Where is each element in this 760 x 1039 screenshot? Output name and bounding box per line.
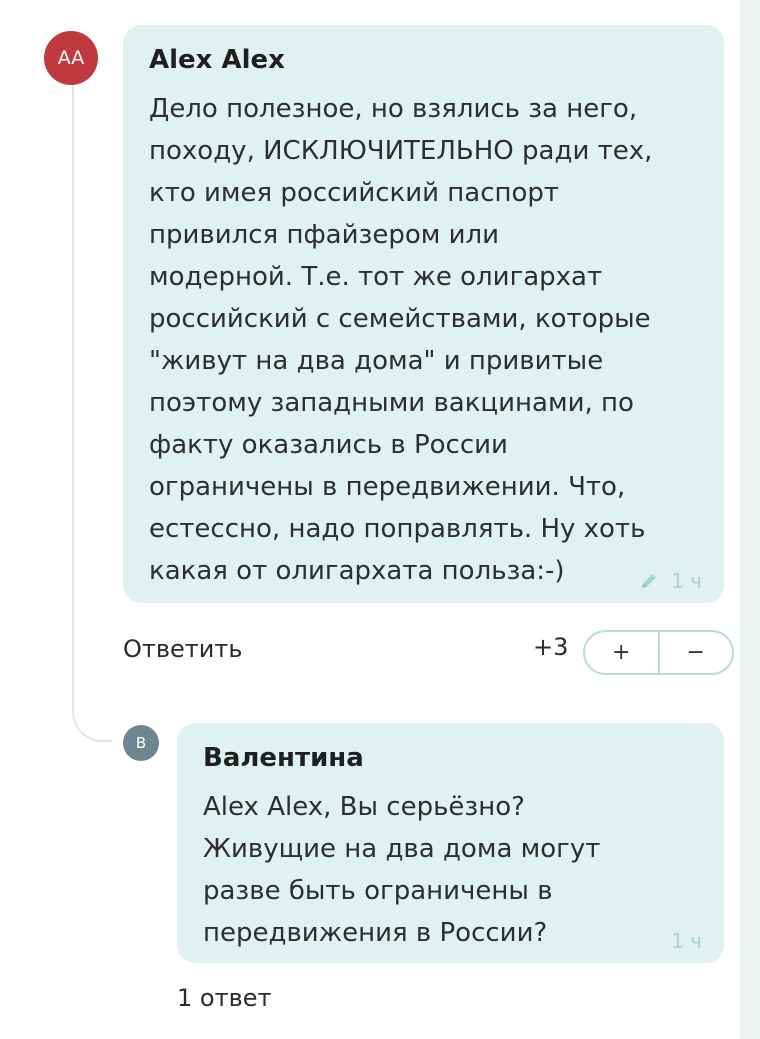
comment-meta: 1 ч bbox=[639, 569, 702, 593]
reply-text-line: Живущие на два дома могут bbox=[203, 834, 601, 864]
reply-text-line: разве быть ограничены в bbox=[203, 876, 553, 906]
thread-connector-line bbox=[72, 74, 112, 742]
replies-toggle[interactable]: 1 ответ bbox=[177, 984, 271, 1012]
avatar[interactable]: AA bbox=[44, 31, 98, 85]
comment-text-line: естессно, надо поправлять. Ну хоть bbox=[149, 514, 646, 544]
comments-page: AA Alex Alex Дело полезное, но взялись з… bbox=[0, 0, 760, 1039]
comment-text-line: кто имея российский паспорт bbox=[149, 178, 560, 208]
comment-text-line: походу, ИСКЛЮЧИТЕЛЬНО ради тех, bbox=[149, 136, 653, 166]
comment-text-line: "живут на два дома" и привитые bbox=[149, 346, 604, 376]
reply-text-line: передвижения в России? bbox=[203, 918, 548, 948]
avatar-initials: В bbox=[135, 734, 147, 752]
downvote-button[interactable]: − bbox=[660, 632, 733, 673]
scroll-edge bbox=[740, 0, 760, 1039]
vote-score: +3 bbox=[533, 633, 569, 661]
comment-text: Дело полезное, но взялись за него, поход… bbox=[149, 88, 698, 592]
reply-author[interactable]: Валентина bbox=[203, 740, 698, 776]
reply-meta: 1 ч bbox=[671, 929, 702, 953]
comment-text-line: поэтому западными вакцинами, по bbox=[149, 388, 634, 418]
reply-text-line: Alex Alex, Вы серьёзно? bbox=[203, 792, 525, 822]
upvote-button[interactable]: + bbox=[585, 632, 658, 673]
reply-bubble: Валентина Alex Alex, Вы серьёзно? Живущи… bbox=[177, 723, 724, 963]
comment-text-line: привился пфайзером или bbox=[149, 220, 500, 250]
reply-time[interactable]: 1 ч bbox=[671, 929, 702, 953]
vote-controls: + − bbox=[583, 630, 734, 675]
comment-text-line: модерной. Т.е. тот же олигархат bbox=[149, 262, 603, 292]
avatar[interactable]: В bbox=[123, 725, 159, 761]
reply-button[interactable]: Ответить bbox=[123, 635, 242, 663]
comment-text-line: какая от олигархата польза:-) bbox=[149, 556, 565, 586]
comment-text-line: российский с семействами, которые bbox=[149, 304, 651, 334]
avatar-initials: AA bbox=[57, 47, 85, 69]
comment-time[interactable]: 1 ч bbox=[671, 569, 702, 593]
pencil-icon bbox=[639, 571, 659, 591]
reply-text: Alex Alex, Вы серьёзно? Живущие на два д… bbox=[203, 786, 698, 954]
comment-author[interactable]: Alex Alex bbox=[149, 42, 698, 78]
comment-text-line: Дело полезное, но взялись за него, bbox=[149, 94, 638, 124]
comment-text-line: ограничены в передвижении. Что, bbox=[149, 472, 626, 502]
comment-text-line: факту оказались в России bbox=[149, 430, 508, 460]
comment-bubble: Alex Alex Дело полезное, но взялись за н… bbox=[123, 25, 724, 603]
